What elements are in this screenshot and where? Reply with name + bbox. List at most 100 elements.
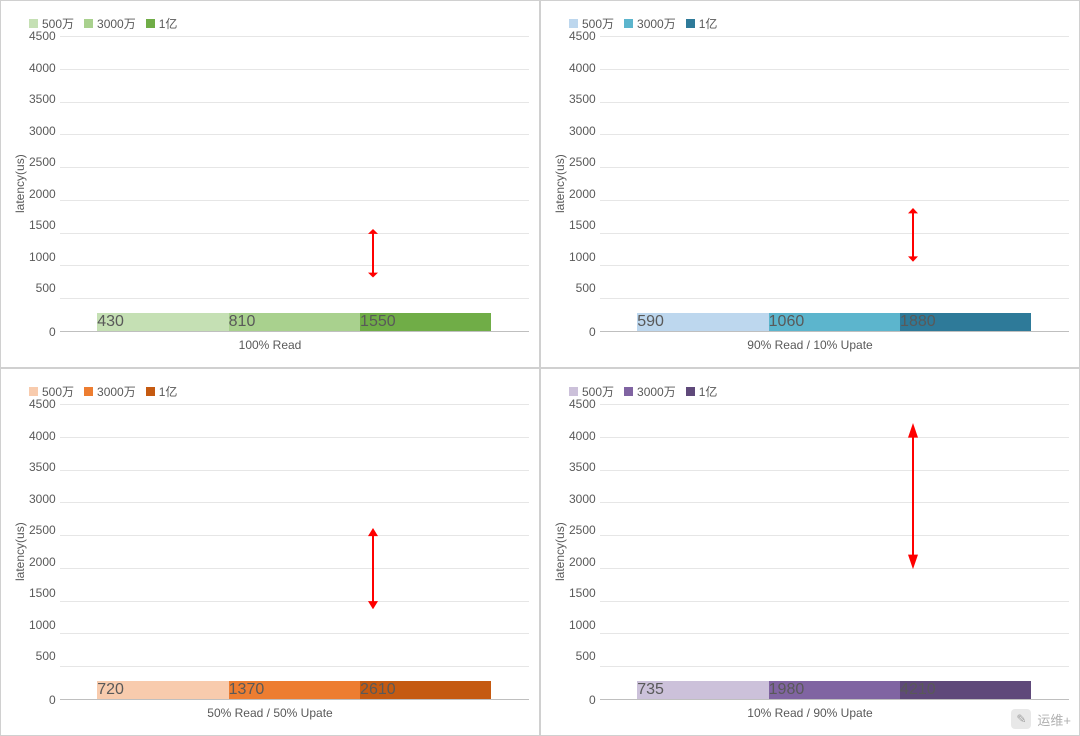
y-axis-label: latency(us) bbox=[11, 36, 29, 332]
legend-item: 3000万 bbox=[624, 15, 676, 32]
x-axis-label: 50% Read / 50% Upate bbox=[11, 700, 529, 720]
grid-line bbox=[600, 167, 1069, 168]
y-tick-label: 4000 bbox=[29, 430, 56, 442]
y-tick-label: 4000 bbox=[569, 62, 596, 74]
y-tick-label: 2000 bbox=[29, 556, 56, 568]
legend-swatch bbox=[146, 19, 155, 28]
y-tick-label: 2000 bbox=[29, 188, 56, 200]
legend-swatch bbox=[84, 387, 93, 396]
legend-label: 1亿 bbox=[699, 15, 718, 32]
y-tick-label: 500 bbox=[569, 650, 596, 662]
legend-item: 1亿 bbox=[146, 15, 178, 32]
bar: 1550 bbox=[360, 313, 491, 331]
y-tick-label: 1000 bbox=[29, 251, 56, 263]
grid-line bbox=[60, 200, 529, 201]
bar: 1370 bbox=[229, 681, 360, 699]
grid-line bbox=[60, 601, 529, 602]
grid-line bbox=[60, 502, 529, 503]
y-tick-label: 2500 bbox=[569, 156, 596, 168]
chart-panel: 500万3000万1亿latency(us)450040003500300025… bbox=[0, 0, 540, 368]
y-tick-label: 500 bbox=[569, 282, 596, 294]
legend-label: 1亿 bbox=[159, 383, 178, 400]
grid-line bbox=[600, 633, 1069, 634]
legend-swatch bbox=[624, 387, 633, 396]
y-tick-label: 4500 bbox=[29, 398, 56, 410]
y-tick-label: 4500 bbox=[29, 30, 56, 42]
y-axis-label: latency(us) bbox=[551, 404, 569, 700]
grid-line bbox=[600, 36, 1069, 37]
legend-swatch bbox=[686, 387, 695, 396]
bar: 1980 bbox=[769, 681, 900, 699]
y-tick-label: 3500 bbox=[569, 461, 596, 473]
y-tick-label: 3000 bbox=[569, 493, 596, 505]
y-axis-label: latency(us) bbox=[551, 36, 569, 332]
legend: 500万3000万1亿 bbox=[551, 379, 1069, 404]
grid-line bbox=[60, 265, 529, 266]
grid-line bbox=[60, 36, 529, 37]
legend-label: 3000万 bbox=[97, 15, 136, 32]
legend-label: 3000万 bbox=[637, 383, 676, 400]
grid-line bbox=[600, 535, 1069, 536]
y-tick-label: 4000 bbox=[569, 430, 596, 442]
legend: 500万3000万1亿 bbox=[11, 11, 529, 36]
grid-line bbox=[600, 265, 1069, 266]
grid-line bbox=[60, 167, 529, 168]
y-tick-label: 3500 bbox=[29, 461, 56, 473]
y-tick-label: 3000 bbox=[29, 125, 56, 137]
grid-line bbox=[60, 666, 529, 667]
grid-line bbox=[60, 134, 529, 135]
bar: 1060 bbox=[769, 313, 900, 331]
legend-swatch bbox=[686, 19, 695, 28]
y-axis-label: latency(us) bbox=[11, 404, 29, 700]
y-tick-label: 3500 bbox=[569, 93, 596, 105]
grid-line bbox=[60, 404, 529, 405]
grid-line bbox=[600, 568, 1069, 569]
grid-line bbox=[600, 437, 1069, 438]
diff-arrow-icon bbox=[906, 423, 920, 569]
legend-swatch bbox=[569, 19, 578, 28]
legend-item: 1亿 bbox=[686, 15, 718, 32]
y-tick-label: 1500 bbox=[29, 587, 56, 599]
grid-line bbox=[600, 470, 1069, 471]
y-tick-label: 1000 bbox=[29, 619, 56, 631]
bar: 735 bbox=[637, 681, 768, 699]
chart-body: latency(us)45004000350030002500200015001… bbox=[11, 36, 529, 332]
y-tick-label: 0 bbox=[569, 326, 596, 338]
bar-group: 72013702610 bbox=[97, 681, 491, 699]
legend: 500万3000万1亿 bbox=[551, 11, 1069, 36]
y-axis: 450040003500300025002000150010005000 bbox=[569, 404, 600, 700]
legend-item: 3000万 bbox=[84, 383, 136, 400]
legend-swatch bbox=[84, 19, 93, 28]
chart-body: latency(us)45004000350030002500200015001… bbox=[551, 36, 1069, 332]
y-axis: 450040003500300025002000150010005000 bbox=[29, 36, 60, 332]
bar: 430 bbox=[97, 313, 228, 331]
y-tick-label: 3000 bbox=[569, 125, 596, 137]
y-tick-label: 3500 bbox=[29, 93, 56, 105]
y-tick-label: 2500 bbox=[29, 156, 56, 168]
x-axis-label: 10% Read / 90% Upate bbox=[551, 700, 1069, 720]
legend-label: 3000万 bbox=[97, 383, 136, 400]
y-tick-label: 3000 bbox=[29, 493, 56, 505]
diff-arrow-icon bbox=[906, 208, 920, 262]
legend-item: 3000万 bbox=[624, 383, 676, 400]
plot-area: 72013702610 bbox=[60, 404, 529, 700]
x-axis-label: 90% Read / 10% Upate bbox=[551, 332, 1069, 352]
y-tick-label: 2500 bbox=[569, 524, 596, 536]
grid-line bbox=[600, 69, 1069, 70]
legend-item: 1亿 bbox=[686, 383, 718, 400]
legend-label: 3000万 bbox=[637, 15, 676, 32]
legend: 500万3000万1亿 bbox=[11, 379, 529, 404]
bar-group: 73519804210 bbox=[637, 681, 1031, 699]
y-tick-label: 1000 bbox=[569, 619, 596, 631]
diff-arrow-icon bbox=[366, 229, 380, 278]
grid-line bbox=[600, 404, 1069, 405]
y-axis: 450040003500300025002000150010005000 bbox=[29, 404, 60, 700]
bar: 4210 bbox=[900, 681, 1031, 699]
y-tick-label: 1000 bbox=[569, 251, 596, 263]
chart-body: latency(us)45004000350030002500200015001… bbox=[11, 404, 529, 700]
bar: 1880 bbox=[900, 313, 1031, 331]
chart-body: latency(us)45004000350030002500200015001… bbox=[551, 404, 1069, 700]
grid-line bbox=[600, 102, 1069, 103]
grid-line bbox=[60, 102, 529, 103]
legend-item: 1亿 bbox=[146, 383, 178, 400]
